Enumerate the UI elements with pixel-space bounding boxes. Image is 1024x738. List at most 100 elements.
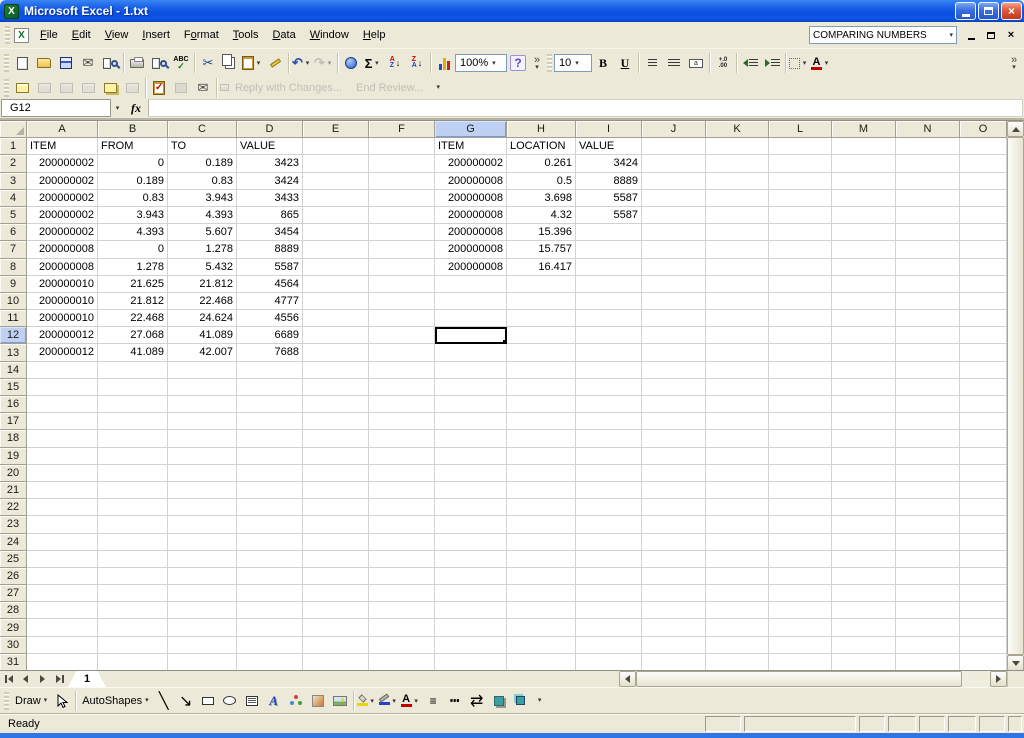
- cell-M8[interactable]: [832, 259, 896, 276]
- scroll-right-button[interactable]: [990, 671, 1007, 687]
- cell-J14[interactable]: [642, 362, 706, 379]
- reply-with-changes-button[interactable]: Reply with Changes...: [219, 77, 349, 99]
- cell-C31[interactable]: [168, 654, 237, 670]
- menu-format[interactable]: Format: [177, 26, 226, 44]
- cell-L12[interactable]: [769, 327, 832, 344]
- cell-I25[interactable]: [576, 551, 642, 568]
- cell-B27[interactable]: [98, 585, 168, 602]
- select-objects-button[interactable]: [51, 690, 73, 712]
- cell-L24[interactable]: [769, 534, 832, 551]
- cell-C11[interactable]: 24.624: [168, 310, 237, 327]
- cell-A24[interactable]: [27, 534, 98, 551]
- cell-I9[interactable]: [576, 276, 642, 293]
- cell-A31[interactable]: [27, 654, 98, 670]
- cell-L16[interactable]: [769, 396, 832, 413]
- cell-K12[interactable]: [706, 327, 769, 344]
- cell-M28[interactable]: [832, 602, 896, 619]
- cell-K4[interactable]: [706, 190, 769, 207]
- clip-art-button[interactable]: [307, 690, 329, 712]
- search-button[interactable]: [99, 52, 121, 74]
- formula-input[interactable]: [148, 99, 1023, 117]
- cell-F22[interactable]: [369, 499, 435, 516]
- cell-L5[interactable]: [769, 207, 832, 224]
- cell-J12[interactable]: [642, 327, 706, 344]
- cell-H24[interactable]: [507, 534, 576, 551]
- cell-E28[interactable]: [303, 602, 369, 619]
- cell-I6[interactable]: [576, 224, 642, 241]
- cell-M29[interactable]: [832, 619, 896, 636]
- cell-J29[interactable]: [642, 619, 706, 636]
- underline-button[interactable]: U: [614, 52, 636, 74]
- cell-L26[interactable]: [769, 568, 832, 585]
- cell-E15[interactable]: [303, 379, 369, 396]
- cell-O8[interactable]: [960, 259, 1007, 276]
- cell-I2[interactable]: 3424: [576, 155, 642, 172]
- insert-hyperlink-button[interactable]: [340, 52, 362, 74]
- row-header-1[interactable]: 1: [0, 138, 27, 155]
- cell-E9[interactable]: [303, 276, 369, 293]
- copy-button[interactable]: [219, 52, 241, 74]
- cell-A28[interactable]: [27, 602, 98, 619]
- vertical-scroll-thumb[interactable]: [1007, 137, 1024, 655]
- decrease-indent-button[interactable]: [739, 52, 761, 74]
- cell-N23[interactable]: [896, 516, 960, 533]
- cell-H31[interactable]: [507, 654, 576, 670]
- cell-M27[interactable]: [832, 585, 896, 602]
- cell-L14[interactable]: [769, 362, 832, 379]
- cell-I29[interactable]: [576, 619, 642, 636]
- redo-dropdown-icon[interactable]: ▾: [325, 59, 334, 67]
- cell-N27[interactable]: [896, 585, 960, 602]
- insert-function-button[interactable]: fx: [124, 101, 148, 116]
- toolbar-grip[interactable]: [5, 26, 10, 44]
- cell-A7[interactable]: 200000008: [27, 241, 98, 258]
- mail-recipient-button[interactable]: ✉: [192, 77, 214, 99]
- cell-I14[interactable]: [576, 362, 642, 379]
- row-header-29[interactable]: 29: [0, 619, 27, 636]
- arrow-style-button[interactable]: ⇄: [466, 690, 488, 712]
- cell-H5[interactable]: 4.32: [507, 207, 576, 224]
- autoshapes-menu-button[interactable]: AutoShapes▾: [78, 695, 152, 707]
- cell-F1[interactable]: [369, 138, 435, 155]
- cell-E2[interactable]: [303, 155, 369, 172]
- cell-G9[interactable]: [435, 276, 507, 293]
- drawing-toolbar-options[interactable]: ▾: [532, 690, 548, 712]
- cell-N17[interactable]: [896, 413, 960, 430]
- cell-N12[interactable]: [896, 327, 960, 344]
- cell-D4[interactable]: 3433: [237, 190, 303, 207]
- cell-J16[interactable]: [642, 396, 706, 413]
- show-all-comments-button[interactable]: [99, 77, 121, 99]
- row-header-19[interactable]: 19: [0, 448, 27, 465]
- cell-C27[interactable]: [168, 585, 237, 602]
- cell-A19[interactable]: [27, 448, 98, 465]
- cell-C13[interactable]: 42.007: [168, 344, 237, 361]
- row-header-18[interactable]: 18: [0, 430, 27, 447]
- cell-K13[interactable]: [706, 344, 769, 361]
- cell-G10[interactable]: [435, 293, 507, 310]
- cell-K26[interactable]: [706, 568, 769, 585]
- cell-K17[interactable]: [706, 413, 769, 430]
- cell-E17[interactable]: [303, 413, 369, 430]
- cell-B8[interactable]: 1.278: [98, 259, 168, 276]
- cell-J8[interactable]: [642, 259, 706, 276]
- cell-O9[interactable]: [960, 276, 1007, 293]
- cell-B5[interactable]: 3.943: [98, 207, 168, 224]
- cell-H13[interactable]: [507, 344, 576, 361]
- cell-E1[interactable]: [303, 138, 369, 155]
- oval-button[interactable]: [219, 690, 241, 712]
- cell-N7[interactable]: [896, 241, 960, 258]
- cell-I20[interactable]: [576, 465, 642, 482]
- cell-H9[interactable]: [507, 276, 576, 293]
- dash-style-button[interactable]: ┅: [444, 690, 466, 712]
- cell-C28[interactable]: [168, 602, 237, 619]
- cell-N1[interactable]: [896, 138, 960, 155]
- cell-D7[interactable]: 8889: [237, 241, 303, 258]
- cell-N20[interactable]: [896, 465, 960, 482]
- cell-F24[interactable]: [369, 534, 435, 551]
- align-center-button[interactable]: [641, 52, 663, 74]
- cell-A20[interactable]: [27, 465, 98, 482]
- cell-D30[interactable]: [237, 637, 303, 654]
- cell-M20[interactable]: [832, 465, 896, 482]
- cell-A21[interactable]: [27, 482, 98, 499]
- cell-O30[interactable]: [960, 637, 1007, 654]
- cell-J13[interactable]: [642, 344, 706, 361]
